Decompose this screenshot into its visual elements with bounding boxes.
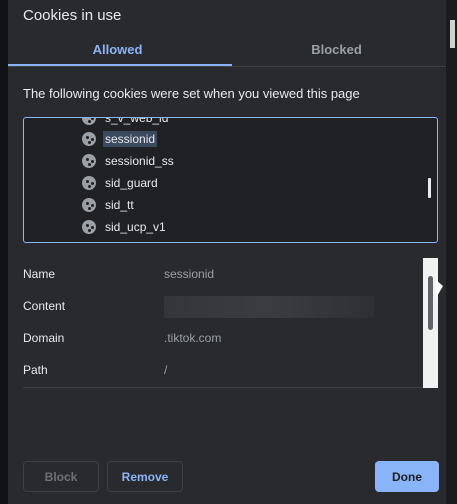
tree-item[interactable]: sid_tt	[82, 194, 136, 216]
detail-row-content: Content	[23, 296, 423, 318]
tab-bar: Allowed Blocked	[8, 36, 446, 67]
tree-item-label: sid_guard	[105, 176, 158, 190]
cookie-tree[interactable]: s_v_web_id sessionid sessionid_ss sid_gu…	[23, 117, 438, 243]
tree-item-label: sessionid	[103, 131, 158, 147]
tab-blocked[interactable]: Blocked	[227, 36, 446, 66]
details-divider	[23, 387, 423, 388]
detail-label-name: Name	[23, 267, 56, 281]
dialog-description: The following cookies were set when you …	[23, 86, 360, 101]
block-button[interactable]: Block	[23, 461, 99, 492]
tree-scrollbar[interactable]	[428, 178, 431, 198]
cookie-icon	[82, 198, 96, 212]
detail-row-domain: Domain .tiktok.com	[23, 328, 423, 348]
cookie-details: Name sessionid Content Domain .tiktok.co…	[23, 258, 423, 388]
tree-item[interactable]: sessionid_ss	[82, 150, 176, 172]
done-button[interactable]: Done	[375, 461, 439, 492]
detail-value-path: /	[164, 363, 168, 377]
detail-row-path: Path /	[23, 360, 423, 380]
tree-item-label: sid_ucp_v1	[105, 220, 166, 234]
background-page-edge-right	[446, 0, 457, 504]
background-page-edge	[0, 0, 8, 504]
cookies-dialog: Cookies in use Allowed Blocked The follo…	[8, 0, 446, 504]
tree-item[interactable]: sid_ucp_v1	[82, 216, 168, 238]
remove-button[interactable]: Remove	[107, 461, 183, 492]
cookie-icon	[82, 176, 96, 190]
background-strip	[450, 20, 455, 48]
detail-value-content-redacted	[164, 296, 374, 318]
active-tab-indicator	[8, 64, 232, 66]
cookie-icon	[82, 220, 96, 234]
cookie-icon	[82, 154, 96, 168]
mouse-cursor-icon	[436, 280, 443, 298]
dialog-title: Cookies in use	[23, 7, 122, 24]
tab-allowed[interactable]: Allowed	[8, 36, 227, 66]
cookie-icon	[82, 118, 96, 125]
tree-item[interactable]: sid_guard	[82, 172, 160, 194]
tree-item-label: sid_tt	[105, 198, 134, 212]
detail-value-name: sessionid	[164, 267, 215, 281]
detail-label-path: Path	[23, 363, 48, 377]
detail-value-domain: .tiktok.com	[164, 331, 222, 345]
cookie-icon	[82, 132, 96, 146]
tree-item-label: s_v_web_id	[105, 117, 169, 125]
scrollbar-thumb[interactable]	[428, 276, 433, 330]
detail-label-domain: Domain	[23, 331, 65, 345]
details-scrollbar[interactable]	[423, 258, 438, 388]
tree-item-label: sessionid_ss	[105, 154, 174, 168]
detail-label-content: Content	[23, 299, 66, 313]
tree-item-selected[interactable]: sessionid	[82, 128, 158, 150]
detail-row-name: Name sessionid	[23, 264, 423, 284]
